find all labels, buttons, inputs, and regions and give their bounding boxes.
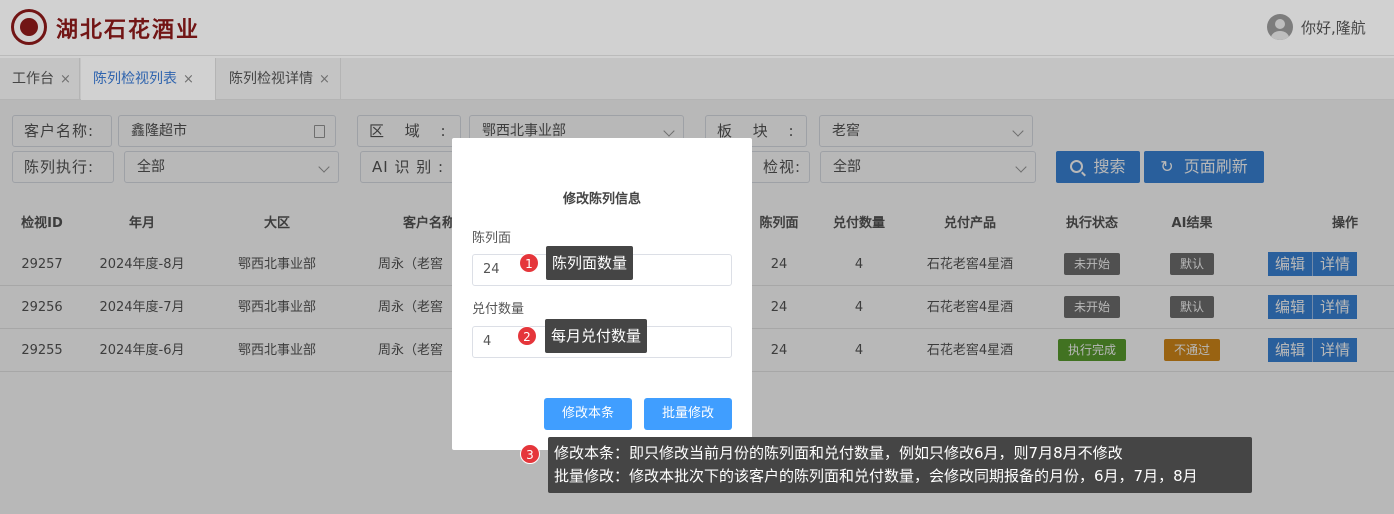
annotation-marker-2: 2 <box>517 326 537 346</box>
annotation-tooltip-1: 陈列面数量 <box>546 246 634 280</box>
annotation-line-batch: 批量修改：修改本批次下的该客户的陈列面和兑付数量，会修改同期报备的月份，6月，7… <box>554 467 1198 485</box>
redeem-qty-label: 兑付数量 <box>472 302 525 317</box>
annotation-marker-1: 1 <box>519 253 539 273</box>
edit-display-dialog: 修改陈列信息 陈列面 24 兑付数量 4 修改本条 批量修改 <box>452 138 752 450</box>
display-faces-label: 陈列面 <box>472 231 512 246</box>
display-faces-value: 24 <box>483 262 500 277</box>
dialog-title: 修改陈列信息 <box>562 192 641 207</box>
annotation-tooltip-3: 修改本条：即只修改当前月份的陈列面和兑付数量，例如只修改6月，则7月8月不修改 … <box>548 437 1252 493</box>
annotation-marker-3: 3 <box>520 444 540 464</box>
header-dim-overlay <box>0 0 1394 100</box>
batch-modify-button[interactable]: 批量修改 <box>644 398 732 430</box>
annotation-tooltip-2: 每月兑付数量 <box>545 319 648 353</box>
redeem-qty-value: 4 <box>483 334 492 349</box>
annotation-line-single: 修改本条：即只修改当前月份的陈列面和兑付数量，例如只修改6月，则7月8月不修改 <box>554 444 1123 462</box>
modify-single-button[interactable]: 修改本条 <box>544 398 632 430</box>
